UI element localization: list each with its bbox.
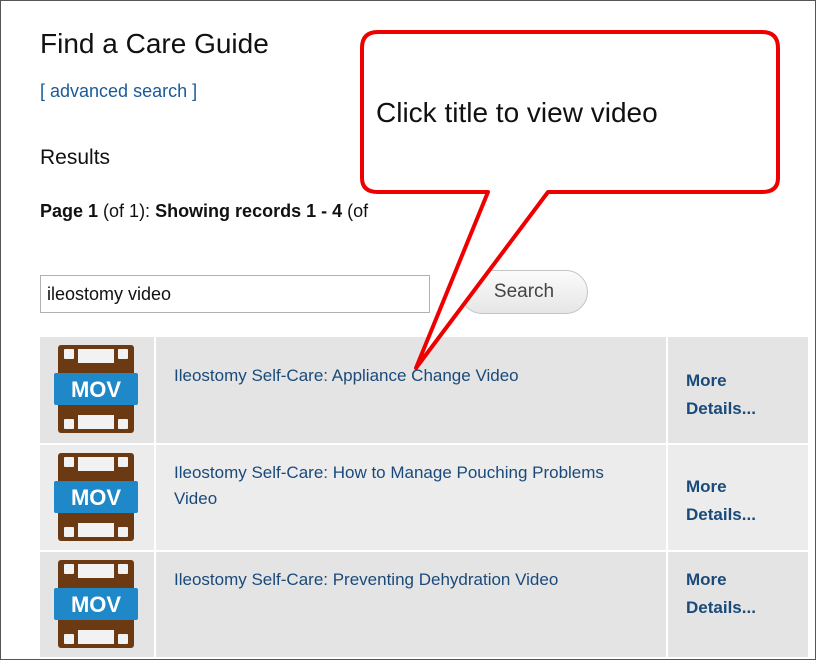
mov-file-icon: MOV [54, 453, 138, 541]
more-cell: More Details... [667, 551, 808, 659]
page-label: Page 1 [40, 201, 99, 221]
more-details-link[interactable]: More Details... [686, 367, 786, 423]
title-cell: Ileostomy Self-Care: Preventing Dehydrat… [155, 551, 668, 659]
more-details-link[interactable]: More Details... [686, 566, 786, 622]
showing-records-label: Showing records 1 - 4 [155, 201, 343, 221]
search-input[interactable] [40, 275, 430, 313]
callout-text: Click title to view video [376, 97, 658, 128]
results-table: MOV Ileostomy Self-Care: Appliance Chang… [40, 337, 808, 659]
mov-file-icon: MOV [54, 345, 138, 433]
result-title-link[interactable]: Ileostomy Self-Care: How to Manage Pouch… [174, 460, 604, 512]
results-heading: Results [40, 146, 111, 169]
advanced-search-link[interactable]: [ advanced search ] [40, 81, 197, 102]
page-of-text: (of 1): [98, 201, 156, 221]
table-row: MOV Ileostomy Self-Care: Appliance Chang… [40, 337, 808, 445]
result-title-link[interactable]: Ileostomy Self-Care: Appliance Change Vi… [174, 363, 666, 389]
search-button[interactable]: Search [460, 270, 588, 314]
title-cell: Ileostomy Self-Care: Appliance Change Vi… [155, 337, 668, 445]
mov-icon-label: MOV [71, 377, 121, 402]
more-details-link[interactable]: More Details... [686, 473, 786, 529]
pagination-info: Page 1 (of 1): Showing records 1 - 4 (of [40, 201, 368, 222]
result-title-link[interactable]: Ileostomy Self-Care: Preventing Dehydrat… [174, 567, 666, 593]
showing-suffix: (of [342, 201, 369, 221]
mov-icon-label: MOV [71, 592, 121, 617]
page-title: Find a Care Guide [40, 28, 269, 59]
icon-cell: MOV [40, 337, 156, 445]
mov-file-icon: MOV [54, 560, 138, 648]
more-cell: More Details... [667, 337, 808, 445]
title-cell: Ileostomy Self-Care: How to Manage Pouch… [155, 444, 668, 552]
table-row: MOV Ileostomy Self-Care: Preventing Dehy… [40, 551, 808, 659]
more-cell: More Details... [667, 444, 808, 552]
icon-cell: MOV [40, 444, 156, 552]
icon-cell: MOV [40, 551, 156, 659]
mov-icon-label: MOV [71, 485, 121, 510]
table-row: MOV Ileostomy Self-Care: How to Manage P… [40, 444, 808, 552]
